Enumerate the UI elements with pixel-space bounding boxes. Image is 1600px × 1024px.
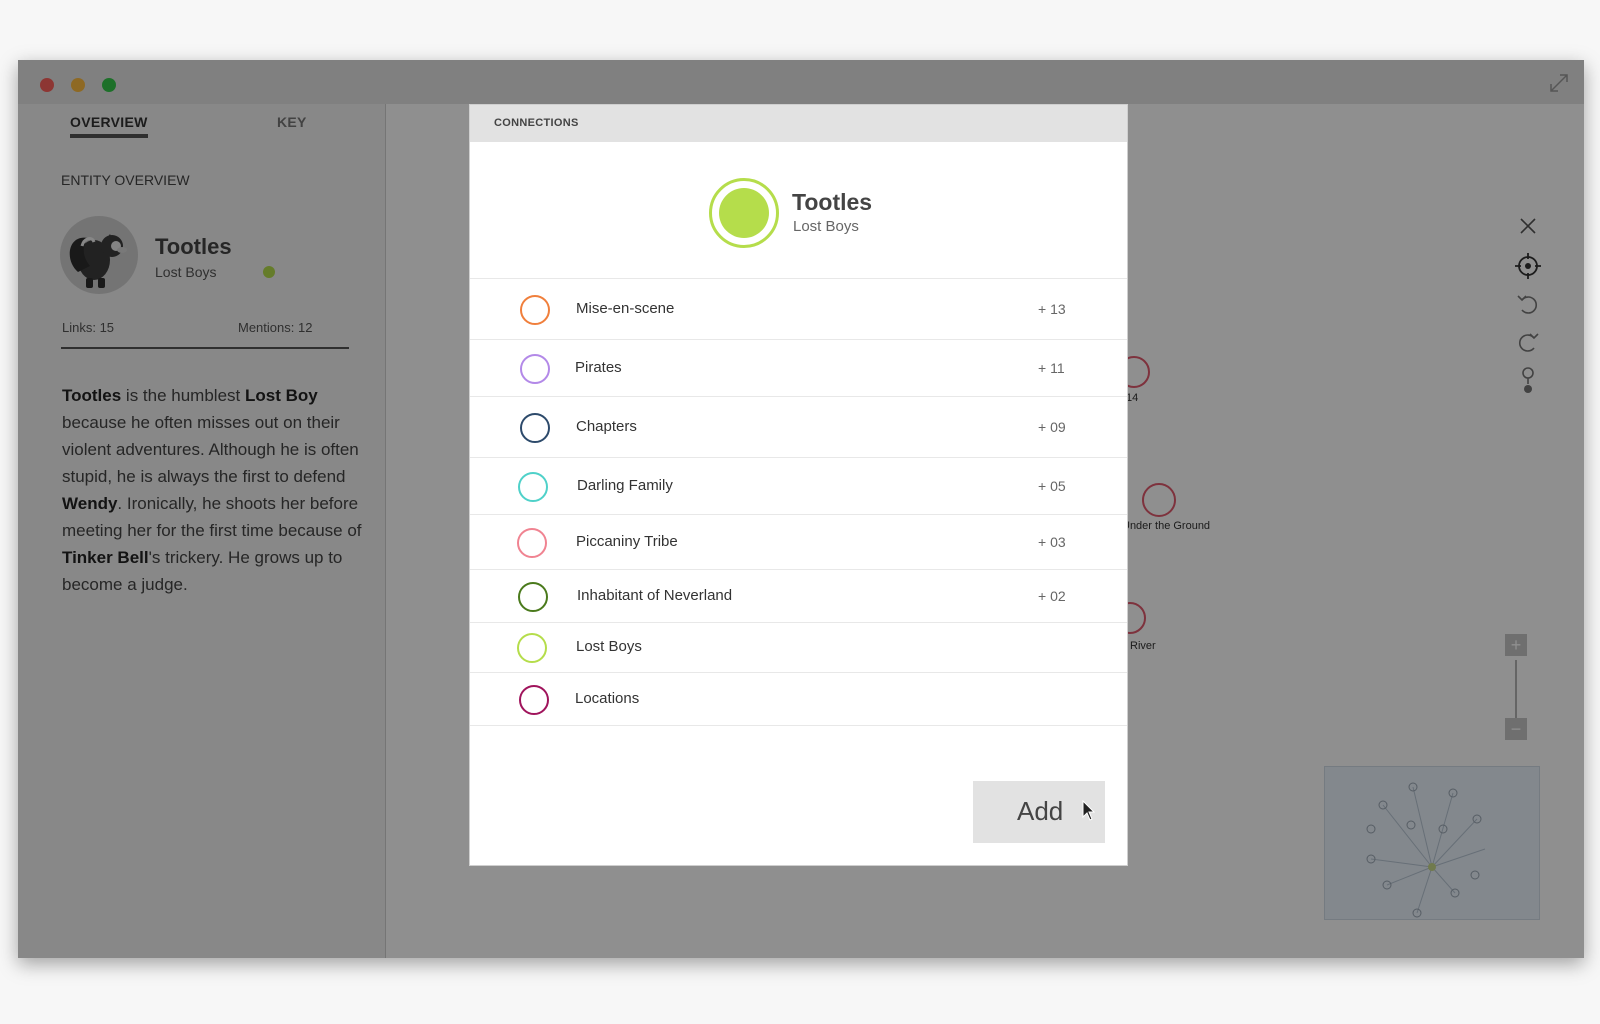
connection-row[interactable]: Lost Boys (470, 623, 1127, 673)
connection-color-circle[interactable] (517, 633, 547, 663)
dialog-header: CONNECTIONS (470, 105, 1127, 142)
connection-color-circle[interactable] (519, 685, 549, 715)
connection-color-circle[interactable] (520, 354, 550, 384)
connection-name: Mise-en-scene (576, 300, 675, 317)
connections-dialog: CONNECTIONS Tootles Lost Boys Mise-en-sc… (469, 104, 1128, 866)
connection-name: Chapters (576, 418, 637, 435)
connection-row[interactable]: Pirates + 11 (470, 340, 1127, 397)
connection-name: Pirates (575, 359, 622, 376)
entity-name: Tootles (792, 189, 873, 215)
row-divider (470, 278, 1127, 279)
connection-name: Locations (575, 690, 640, 707)
connection-name: Lost Boys (576, 638, 642, 655)
connection-count: + 02 (1038, 588, 1066, 604)
mouse-cursor-icon (1082, 800, 1096, 821)
connection-count: + 05 (1038, 478, 1066, 494)
connection-count: + 09 (1038, 419, 1066, 435)
connection-row[interactable]: Inhabitant of Neverland + 02 (470, 570, 1127, 623)
entity-color-dot (719, 188, 769, 238)
connection-name: Piccaniny Tribe (576, 533, 678, 550)
connection-count: + 11 (1038, 360, 1065, 376)
connection-color-circle[interactable] (520, 295, 550, 325)
connection-color-circle[interactable] (518, 582, 548, 612)
add-button-label: Add (1017, 796, 1064, 826)
connection-name: Inhabitant of Neverland (577, 587, 733, 604)
connection-color-circle[interactable] (520, 413, 550, 443)
connection-count: + 13 (1038, 301, 1066, 317)
connection-row[interactable]: Darling Family + 05 (470, 458, 1127, 515)
entity-color-ring (709, 178, 779, 248)
connection-row[interactable]: Mise-en-scene + 13 (470, 279, 1127, 340)
connection-count: + 03 (1038, 534, 1066, 550)
connection-color-circle[interactable] (517, 528, 547, 558)
connection-row[interactable]: Locations (470, 673, 1127, 726)
entity-group: Lost Boys (793, 218, 859, 235)
connection-row[interactable]: Chapters + 09 (470, 397, 1127, 458)
connection-row[interactable]: Piccaniny Tribe + 03 (470, 515, 1127, 570)
row-divider (470, 725, 1127, 726)
dialog-title: CONNECTIONS (494, 117, 579, 129)
connection-color-circle[interactable] (518, 472, 548, 502)
connection-name: Darling Family (577, 477, 673, 494)
